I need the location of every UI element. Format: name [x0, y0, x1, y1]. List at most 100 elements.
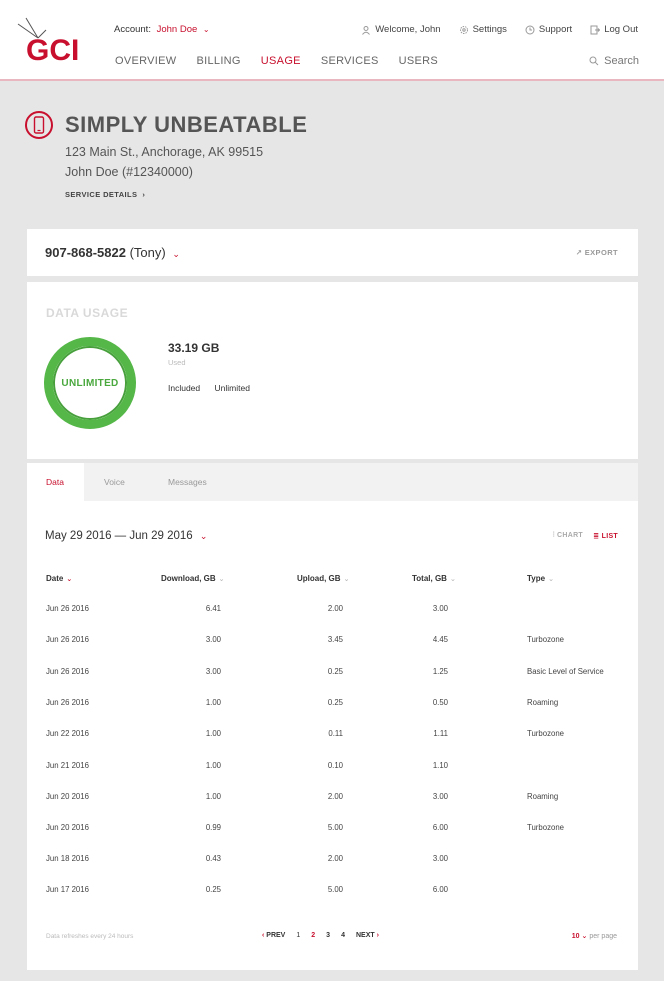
support-label: Support	[538, 24, 573, 35]
settings-link[interactable]: Settings	[459, 24, 507, 35]
gci-logo[interactable]: GCI	[16, 16, 90, 66]
line-selector[interactable]: 907-868-5822 (Tony) ⌄	[45, 245, 180, 260]
cell-download: 1.00	[205, 761, 221, 770]
sort-icon: ⌄	[343, 576, 350, 583]
cell-type: Turbozone	[527, 635, 564, 644]
cell-upload: 0.11	[328, 729, 343, 738]
prev-button[interactable]: ‹ PREV	[262, 932, 285, 939]
included-label: Included	[168, 383, 201, 393]
table-row: Jun 20 2016 1.00 2.00 3.00 Roaming	[27, 792, 638, 823]
cell-type: Roaming	[527, 792, 559, 801]
sort-icon: ⌄	[66, 576, 73, 583]
cell-total: 1.11	[433, 729, 448, 738]
search-icon	[589, 56, 599, 66]
chart-view-button[interactable]: ⫶ CHART	[553, 532, 583, 540]
export-button[interactable]: ↗ EXPORT	[576, 248, 618, 257]
account-name: John Doe	[156, 24, 198, 35]
cell-date: Jun 21 2016	[46, 761, 89, 770]
chevron-down-icon: ⌄	[172, 249, 180, 259]
column-header-download[interactable]: Download, GB ⌄	[161, 574, 225, 583]
cell-total: 1.10	[432, 761, 448, 770]
column-header-label: Upload, GB	[297, 574, 341, 583]
table-row: Jun 26 2016 3.00 3.45 4.45 Turbozone	[27, 635, 638, 666]
cell-date: Jun 26 2016	[46, 635, 89, 644]
service-details-link[interactable]: SERVICE DETAILS ›	[65, 190, 145, 199]
sort-icon: ⌄	[548, 576, 554, 583]
cell-type: Turbozone	[527, 729, 564, 738]
cell-date: Jun 17 2016	[46, 885, 89, 894]
page-3[interactable]: 3	[326, 932, 330, 939]
page-2[interactable]: 2	[311, 932, 315, 939]
column-header-label: Date	[46, 574, 64, 583]
column-header-label: Type	[527, 574, 546, 583]
cell-total: 3.00	[432, 792, 448, 801]
account-selector[interactable]: Account: John Doe ⌄	[114, 24, 210, 35]
date-range-text: May 29 2016 — Jun 29 2016	[45, 530, 193, 542]
sort-icon: ⌄	[218, 576, 225, 583]
list-icon: ≣	[593, 533, 602, 540]
usage-title: DATA USAGE	[46, 306, 129, 320]
per-page-value: 10	[571, 933, 580, 940]
cell-download: 1.00	[205, 729, 221, 738]
list-view-button[interactable]: ≣ LIST	[593, 532, 618, 540]
cell-upload: 0.10	[327, 761, 343, 770]
cell-total: 0.50	[432, 698, 448, 707]
phone-icon	[25, 111, 53, 139]
included-value: Unlimited	[214, 383, 250, 393]
nav-overview[interactable]: OVERVIEW	[115, 55, 177, 67]
cell-date: Jun 20 2016	[46, 792, 89, 801]
page-1[interactable]: 1	[296, 932, 300, 939]
cell-download: 0.43	[205, 854, 221, 863]
cell-type: Basic Level of Service	[527, 667, 604, 676]
nav-usage[interactable]: USAGE	[261, 55, 301, 67]
cell-upload: 5.00	[327, 823, 343, 832]
cell-download: 3.00	[205, 667, 221, 676]
cell-upload: 2.00	[327, 604, 343, 613]
per-page-label: per page	[589, 933, 617, 940]
nav-users[interactable]: USERS	[399, 55, 438, 67]
cell-upload: 2.00	[327, 792, 343, 801]
used-value: 33.19 GB	[168, 341, 220, 355]
nav-services[interactable]: SERVICES	[321, 55, 379, 67]
nav-billing[interactable]: BILLING	[197, 55, 241, 67]
page-4[interactable]: 4	[341, 932, 345, 939]
refresh-note: Data refreshes every 24 hours	[46, 933, 134, 940]
logout-link[interactable]: Log Out	[590, 24, 638, 35]
cell-date: Jun 22 2016	[46, 729, 89, 738]
chevron-right-icon: ›	[376, 932, 379, 939]
sort-icon: ⌄	[449, 576, 456, 583]
welcome-link[interactable]: Welcome, John	[361, 24, 441, 35]
cell-download: 0.25	[205, 885, 221, 894]
per-page-selector[interactable]: 10 ⌄ per page	[572, 932, 617, 940]
search-button[interactable]: Search	[589, 55, 639, 67]
cell-date: Jun 26 2016	[46, 667, 89, 676]
column-header-total[interactable]: Total, GB ⌄	[412, 574, 456, 583]
cell-total: 1.25	[432, 667, 448, 676]
column-header-upload[interactable]: Upload, GB ⌄	[297, 574, 349, 583]
cell-total: 3.00	[432, 604, 448, 613]
column-header-date[interactable]: Date ⌄	[46, 574, 72, 583]
column-header-label: Download, GB	[161, 574, 216, 583]
plan-address: 123 Main St., Anchorage, AK 99515	[65, 145, 264, 159]
used-label: Used	[168, 358, 186, 367]
next-label: NEXT	[355, 932, 375, 939]
table-row: Jun 26 2016 1.00 0.25 0.50 Roaming	[27, 698, 638, 729]
cell-download: 0.99	[205, 823, 221, 832]
line-name: (Tony)	[129, 245, 166, 260]
next-button[interactable]: NEXT ›	[356, 932, 379, 939]
date-range-selector[interactable]: May 29 2016 — Jun 29 2016 ⌄	[45, 530, 207, 542]
tab-data[interactable]: Data	[27, 463, 84, 501]
column-header-type[interactable]: Type ⌄	[527, 574, 554, 583]
tab-voice[interactable]: Voice	[104, 463, 125, 501]
support-link[interactable]: Support	[525, 24, 572, 35]
chevron-down-icon: ⌄	[581, 933, 588, 940]
cell-download: 3.00	[205, 635, 221, 644]
tab-messages[interactable]: Messages	[168, 463, 207, 501]
service-details-label: SERVICE DETAILS	[65, 190, 138, 199]
usage-ring: UNLIMITED	[44, 337, 136, 429]
logout-label: Log Out	[604, 24, 638, 35]
top-header: GCI Account: John Doe ⌄ Welcome, John Se…	[0, 0, 664, 81]
cell-upload: 3.45	[327, 635, 343, 644]
table-row: Jun 20 2016 0.99 5.00 6.00 Turbozone	[27, 823, 638, 854]
column-header-label: Total, GB	[412, 574, 447, 583]
